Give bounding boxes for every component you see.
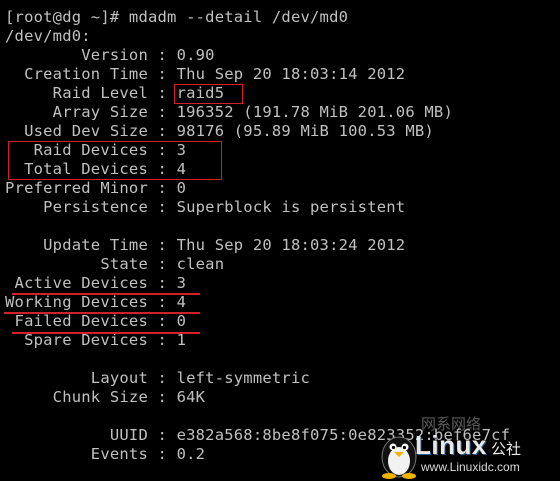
terminal-line: Raid Devices : 3: [5, 141, 187, 159]
terminal-window[interactable]: [root@dg ~]# mdadm --detail /dev/md0 /de…: [0, 0, 560, 481]
terminal-line: State : clean: [5, 255, 225, 273]
terminal-line: Used Dev Size : 98176 (95.89 MiB 100.53 …: [5, 122, 434, 140]
terminal-line: Working Devices : 4: [5, 293, 187, 311]
terminal-line: Spare Devices : 1: [5, 331, 187, 349]
terminal-line: Creation Time : Thu Sep 20 18:03:14 2012: [5, 65, 406, 83]
terminal-line: [root@dg ~]# mdadm --detail /dev/md0: [5, 8, 349, 26]
terminal-line: Failed Devices : 0: [5, 312, 187, 330]
terminal-line: Layout : left-symmetric: [5, 369, 311, 387]
terminal-line: UUID : e382a568:8be8f075:0e823352:bef6e7…: [5, 426, 511, 444]
watermark-url: www.Linuxidc.com: [421, 460, 520, 474]
terminal-line: Total Devices : 4: [5, 160, 187, 178]
terminal-line: /dev/md0:: [5, 27, 91, 45]
terminal-line: Update Time : Thu Sep 20 18:03:24 2012: [5, 236, 406, 254]
terminal-line: Active Devices : 3: [5, 274, 187, 292]
terminal-line: Events : 0.2: [5, 445, 206, 463]
terminal-line: Array Size : 196352 (191.78 MiB 201.06 M…: [5, 103, 453, 121]
terminal-line: Raid Level : raid5: [5, 84, 225, 102]
terminal-line: Version : 0.90: [5, 46, 215, 64]
terminal-line: Preferred Minor : 0: [5, 179, 187, 197]
terminal-line: Chunk Size : 64K: [5, 388, 206, 406]
terminal-line: Persistence : Superblock is persistent: [5, 198, 406, 216]
